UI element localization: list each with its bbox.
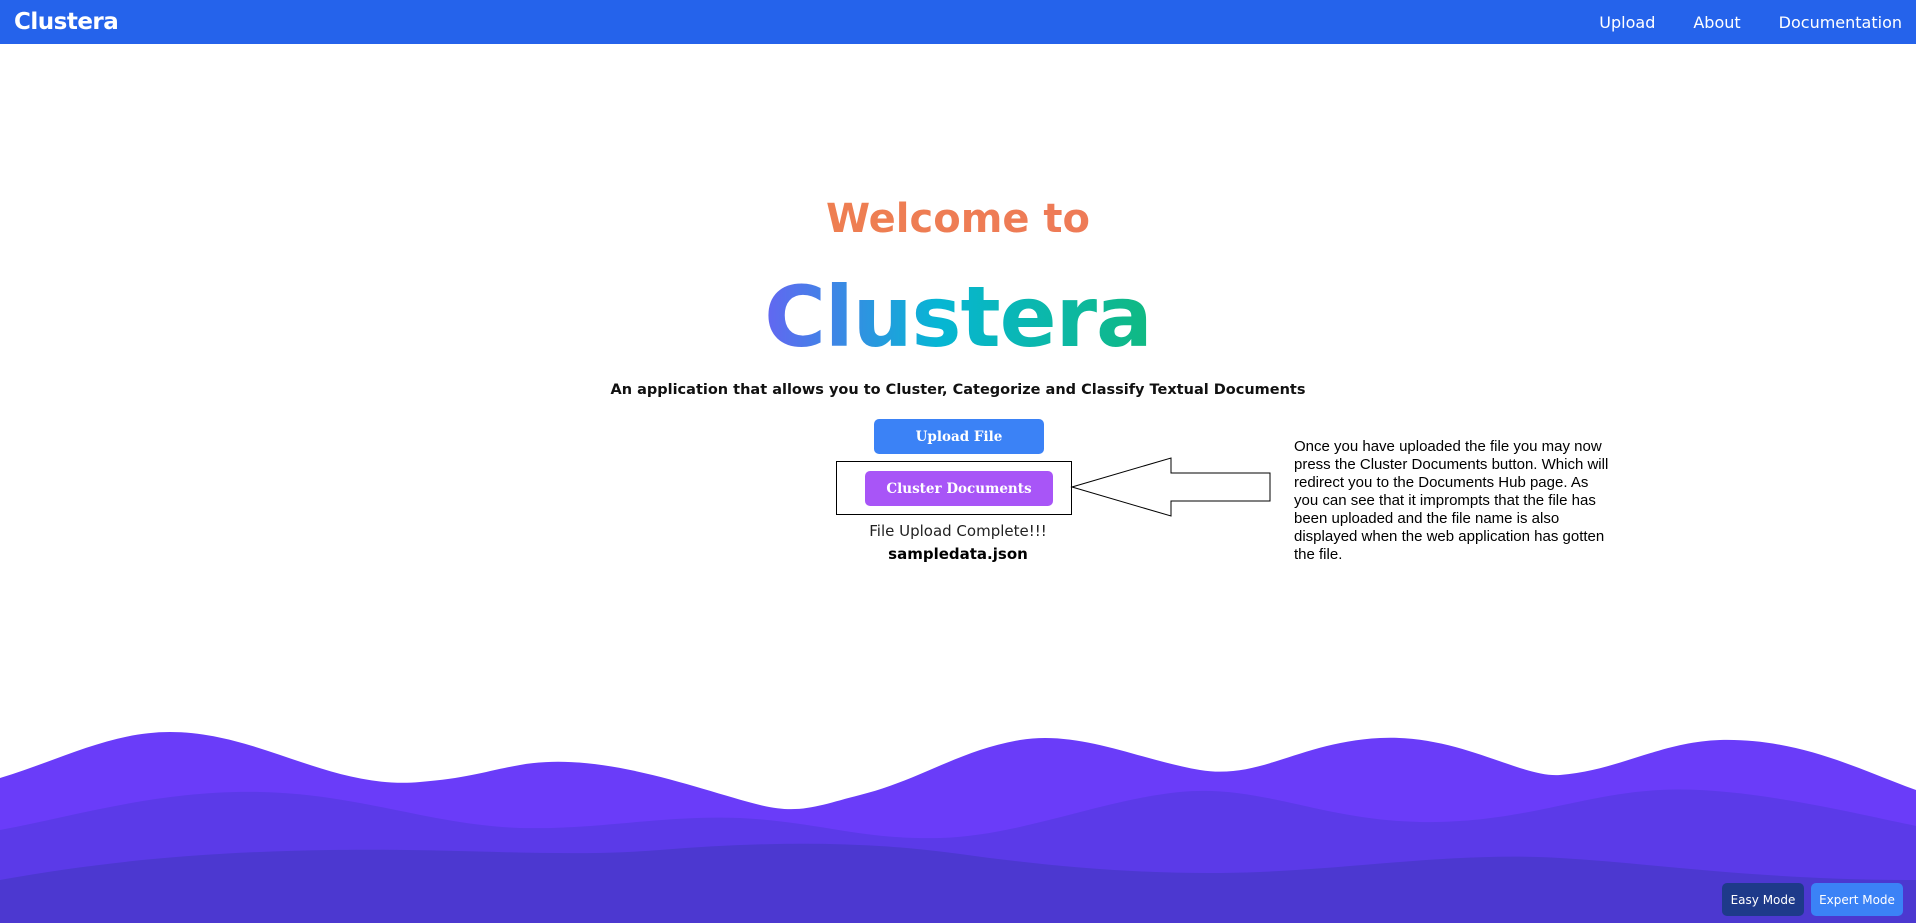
hero-subtitle: An application that allows you to Cluste… — [610, 382, 1306, 398]
nav-link-upload[interactable]: Upload — [1599, 13, 1655, 32]
upload-file-button[interactable]: Upload File — [874, 419, 1044, 454]
brand-logo[interactable]: Clustera — [14, 9, 119, 35]
nav-link-documentation[interactable]: Documentation — [1779, 13, 1902, 32]
hero-title: Clustera — [0, 268, 1916, 366]
hero-title-text: Clustera — [764, 268, 1152, 366]
nav-link-about[interactable]: About — [1693, 13, 1740, 32]
nav-links: Upload About Documentation — [1599, 13, 1902, 32]
welcome-heading: Welcome to — [0, 196, 1916, 242]
decorative-waves — [0, 732, 1916, 923]
annotation-arrow-icon — [1070, 457, 1271, 517]
expert-mode-button[interactable]: Expert Mode — [1811, 883, 1903, 916]
annotation-text: Once you have uploaded the file you may … — [1294, 438, 1609, 563]
top-navbar: Clustera Upload About Documentation — [0, 0, 1916, 44]
easy-mode-button[interactable]: Easy Mode — [1722, 883, 1804, 916]
cluster-documents-button[interactable]: Cluster Documents — [865, 471, 1053, 506]
upload-status-message: File Upload Complete!!! — [869, 522, 1047, 540]
uploaded-filename: sampledata.json — [888, 545, 1028, 563]
